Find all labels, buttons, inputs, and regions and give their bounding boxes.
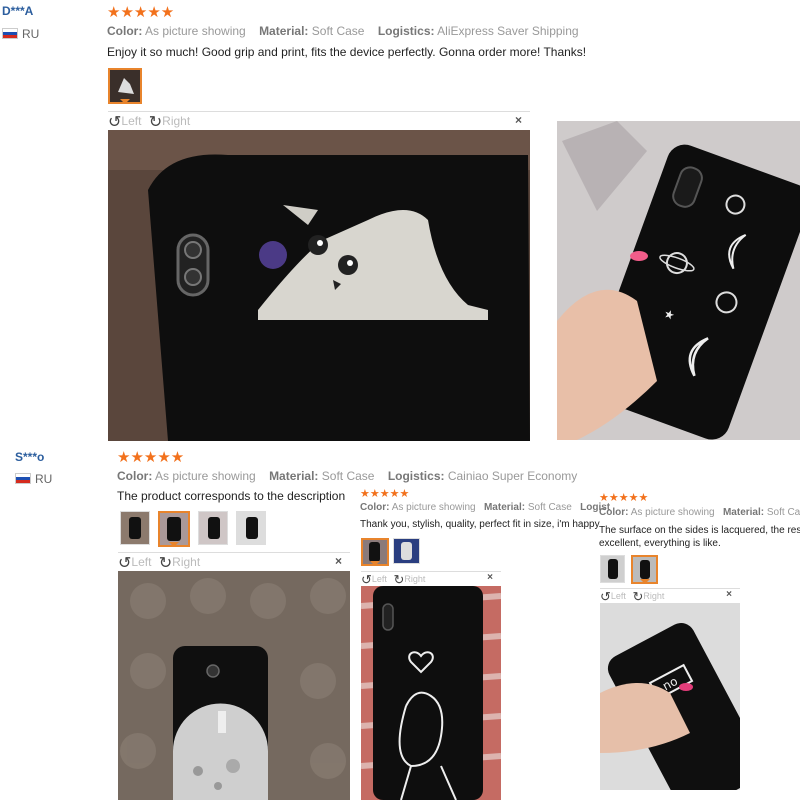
- russia-flag-icon: [15, 473, 31, 484]
- cat-case-thumbnail-image: [110, 70, 140, 102]
- material-label: Material:: [259, 24, 309, 38]
- review-photo-thumbnail-selected[interactable]: [361, 538, 389, 566]
- image-viewer-toolbar: ↺Left ↻Right ×: [108, 111, 530, 131]
- logistics-label: Logistics:: [387, 469, 445, 483]
- rotate-right-button[interactable]: Right: [404, 574, 425, 584]
- reviewer-name[interactable]: D***A: [2, 4, 33, 18]
- review-photo-thumbnail[interactable]: [108, 68, 142, 104]
- review-photo-large: [118, 571, 350, 800]
- rotate-right-icon[interactable]: ↻: [632, 589, 643, 604]
- rotate-left-button[interactable]: Left: [131, 555, 151, 569]
- no-case-thumbnail-image: [633, 557, 656, 582]
- review-photo-thumbnail[interactable]: [198, 511, 228, 545]
- country-code: RU: [22, 27, 40, 41]
- case-thumbnail-image: [601, 556, 624, 582]
- case-thumbnail-image: [237, 512, 265, 544]
- review-text: Thank you, stylish, quality, perfect fit…: [360, 519, 600, 530]
- color-value: As picture showing: [155, 469, 256, 483]
- reviewer-country: RU: [15, 472, 52, 486]
- logistics-value: AliExpress Saver Shipping: [437, 24, 579, 38]
- rating-stars: ★★★★★: [599, 492, 649, 504]
- rotate-right-icon[interactable]: ↻: [149, 114, 162, 131]
- material-value: Soft Case: [527, 502, 572, 513]
- rotate-right-button[interactable]: Right: [643, 591, 664, 601]
- rotate-left-button[interactable]: Left: [611, 591, 626, 601]
- case-thumbnail-image: [199, 512, 227, 544]
- heart-hand-case-thumbnail-image: [160, 513, 188, 545]
- rating-stars: ★★★★★: [117, 449, 185, 466]
- astronaut-case-thumbnail-image: [121, 512, 149, 544]
- rotate-right-button[interactable]: Right: [162, 114, 190, 128]
- review-text: The surface on the sides is lacquered, t…: [599, 524, 800, 550]
- rotate-right-icon[interactable]: ↻: [393, 572, 404, 587]
- review-photo-thumbnail[interactable]: [120, 511, 150, 545]
- heart-hand-case-thumbnail-image: [363, 540, 387, 564]
- review-attributes: Color: As picture showing Material: Soft…: [107, 24, 579, 38]
- material-label: Material:: [269, 469, 319, 483]
- image-viewer-toolbar: ↺Left ↻Right ×: [361, 571, 501, 587]
- cat-print-phone-case-image: [108, 130, 530, 441]
- material-value: Soft Case: [321, 469, 375, 483]
- review-photo-large: [361, 586, 501, 800]
- review-text-line: excellent, everything is like.: [599, 538, 721, 549]
- review-photo-large: no: [600, 603, 740, 790]
- reviewer-country: RU: [2, 27, 39, 41]
- country-code: RU: [35, 472, 53, 486]
- review-photo-planets: ★ ★: [557, 121, 800, 440]
- image-viewer-toolbar: ↺Left ↻Right ×: [118, 552, 350, 572]
- review-photo-thumbnail-selected[interactable]: [158, 511, 190, 547]
- no-text-phone-case-image: no: [600, 603, 740, 790]
- rotate-left-button[interactable]: Left: [121, 114, 141, 128]
- review-attributes: Color: As picture showing Material: Soft…: [117, 469, 577, 483]
- material-label: Material:: [483, 502, 526, 513]
- close-viewer-button[interactable]: ×: [515, 113, 522, 127]
- rotate-left-button[interactable]: Left: [372, 574, 387, 584]
- heart-hand-phone-case-image: [361, 586, 501, 800]
- image-viewer-toolbar: ↺Left ↻Right ×: [600, 588, 740, 604]
- review-photo-thumbnail[interactable]: [393, 538, 420, 564]
- rotate-right-button[interactable]: Right: [172, 555, 200, 569]
- rotate-left-icon[interactable]: ↺: [600, 589, 611, 604]
- review-attributes: Color: As picture showing Material: Soft…: [360, 502, 610, 513]
- color-label: Color:: [599, 507, 629, 518]
- color-label: Color:: [117, 469, 153, 483]
- review-photo-thumbnail-selected[interactable]: [631, 555, 658, 584]
- rotate-left-icon[interactable]: ↺: [108, 114, 121, 131]
- astronaut-moon-phone-case-image: [118, 571, 350, 800]
- review-attributes: Color: As picture showing Material: Soft…: [599, 507, 800, 518]
- color-label: Color:: [360, 502, 390, 513]
- rotate-left-icon[interactable]: ↺: [361, 572, 372, 587]
- review-text: Enjoy it so much! Good grip and print, f…: [107, 45, 587, 59]
- material-value: Soft Case: [766, 507, 800, 518]
- close-viewer-button[interactable]: ×: [726, 589, 732, 600]
- close-viewer-button[interactable]: ×: [487, 572, 493, 583]
- rating-stars: ★★★★★: [360, 488, 410, 500]
- review-photo-thumbnail[interactable]: [236, 511, 266, 545]
- review-text-line: The surface on the sides is lacquered, t…: [599, 525, 800, 536]
- material-value: Soft Case: [311, 24, 365, 38]
- review-text: The product corresponds to the descripti…: [117, 489, 346, 503]
- russia-flag-icon: [2, 28, 18, 39]
- logistics-value: Cainiao Super Economy: [447, 469, 578, 483]
- rotate-right-icon[interactable]: ↻: [159, 555, 172, 572]
- review-photo-thumbnail[interactable]: [600, 555, 625, 583]
- review-photo-large: [108, 130, 530, 441]
- color-value: As picture showing: [391, 502, 476, 513]
- rating-stars: ★★★★★: [107, 4, 175, 21]
- color-label: Color:: [107, 24, 143, 38]
- close-viewer-button[interactable]: ×: [335, 554, 342, 568]
- color-value: As picture showing: [630, 507, 715, 518]
- color-value: As picture showing: [145, 24, 246, 38]
- material-label: Material:: [722, 507, 765, 518]
- rotate-left-icon[interactable]: ↺: [118, 555, 131, 572]
- reviewer-name[interactable]: S***o: [15, 450, 44, 464]
- case-thumbnail-image: [394, 539, 419, 563]
- space-print-phone-case-image: ★ ★: [557, 121, 800, 440]
- logistics-label: Logistics:: [377, 24, 435, 38]
